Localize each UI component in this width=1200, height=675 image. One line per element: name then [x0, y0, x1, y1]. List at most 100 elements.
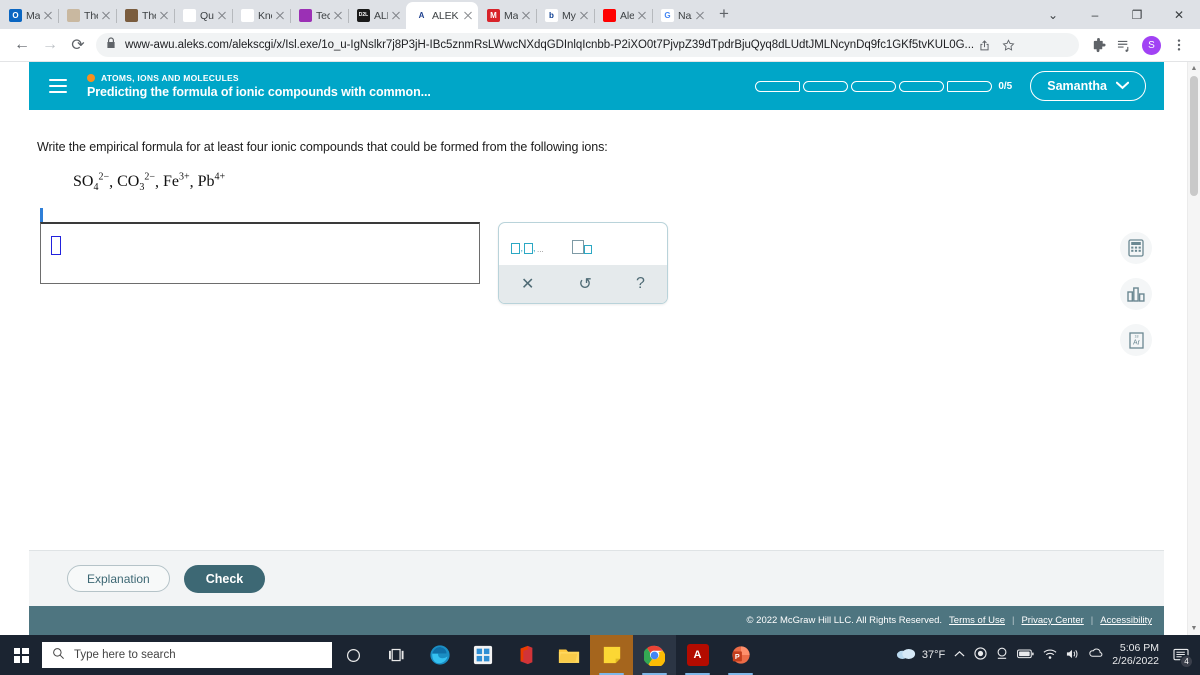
menu-icon[interactable] — [41, 69, 75, 103]
chrome-icon[interactable] — [633, 635, 676, 675]
globe-icon — [183, 9, 196, 22]
list-separator-button[interactable]: , , ... — [511, 234, 544, 254]
browser-tab[interactable]: M Math — [478, 2, 537, 29]
d2l-icon: D2L — [357, 9, 370, 22]
new-tab-button[interactable]: + — [710, 2, 738, 29]
scroll-thumb[interactable] — [1190, 76, 1198, 196]
browser-tab[interactable]: A ALEK — [406, 2, 478, 29]
tab-close-icon[interactable] — [694, 10, 706, 22]
office-icon[interactable] — [504, 635, 547, 675]
battery-icon[interactable] — [1017, 649, 1034, 662]
explanation-button[interactable]: Explanation — [67, 565, 170, 592]
reload-icon[interactable]: ⟳ — [64, 31, 92, 59]
browser-tab[interactable]: Quot — [174, 2, 233, 29]
bookmark-star-icon[interactable] — [1002, 38, 1022, 52]
browser-tab[interactable]: Aleks — [594, 2, 653, 29]
browser-tab[interactable]: Know — [232, 2, 291, 29]
scroll-up-icon[interactable]: ▲ — [1188, 62, 1200, 75]
forward-icon[interactable]: → — [36, 31, 64, 59]
taskbar-search[interactable]: Type here to search — [42, 642, 332, 668]
periodic-table-icon[interactable]: Ar 18 — [1120, 324, 1152, 356]
help-button[interactable]: ? — [636, 275, 645, 293]
profile-avatar[interactable]: S — [1142, 35, 1161, 55]
progress-indicator: 0/5 — [755, 80, 1012, 92]
browser-tab[interactable]: Tech — [290, 2, 349, 29]
browser-tab-title: Math — [504, 9, 518, 22]
close-button[interactable]: ✕ — [1158, 0, 1200, 29]
ion-separator: , — [109, 173, 118, 191]
volume-icon[interactable] — [1066, 648, 1080, 663]
tab-close-icon[interactable] — [158, 10, 170, 22]
math-palette-symbols: , , ... — [499, 223, 667, 265]
taskbar-clock[interactable]: 5:06 PM 2/26/2022 — [1112, 642, 1159, 668]
wifi-icon[interactable] — [1043, 648, 1057, 663]
show-hidden-icons-chevron[interactable] — [954, 649, 965, 661]
tab-close-icon[interactable] — [390, 10, 402, 22]
clear-button[interactable]: ✕ — [521, 274, 534, 294]
browser-tab-title: Mail — [26, 9, 40, 22]
extensions-icon[interactable] — [1085, 32, 1111, 58]
minimize-button[interactable]: – — [1074, 0, 1116, 29]
youtube-icon — [603, 9, 616, 22]
tab-close-icon[interactable] — [332, 10, 344, 22]
svg-text:18: 18 — [1134, 334, 1138, 338]
browser-tab[interactable]: G Na2S — [652, 2, 710, 29]
notification-center-button[interactable]: 4 — [1168, 635, 1194, 675]
tab-close-icon[interactable] — [274, 10, 286, 22]
topic-dot-icon — [87, 74, 95, 82]
browser-tab[interactable]: O Mail — [0, 2, 59, 29]
answer-input[interactable] — [40, 221, 480, 284]
user-menu-button[interactable]: Samantha — [1030, 71, 1146, 101]
sticky-notes-icon[interactable] — [590, 635, 633, 675]
address-bar[interactable]: www-awu.aleks.com/alekscgi/x/Isl.exe/1o_… — [96, 33, 1079, 57]
tab-close-icon[interactable] — [42, 10, 54, 22]
svg-text:Ar: Ar — [1133, 339, 1141, 346]
tab-close-icon[interactable] — [636, 10, 648, 22]
tab-close-icon[interactable] — [100, 10, 112, 22]
adobe-acrobat-icon[interactable]: A — [676, 635, 719, 675]
tab-close-icon[interactable] — [216, 10, 228, 22]
maximize-button[interactable]: ❐ — [1116, 0, 1158, 29]
undo-button[interactable]: ↺ — [579, 274, 592, 294]
accessibility-link[interactable]: Accessibility — [1100, 615, 1152, 626]
check-button[interactable]: Check — [183, 564, 266, 593]
file-explorer-icon[interactable] — [547, 635, 590, 675]
task-view-icon[interactable] — [375, 635, 418, 675]
powerpoint-icon[interactable]: P — [719, 635, 762, 675]
portrait-icon — [125, 9, 138, 22]
tab-search-chevron-icon[interactable]: ⌄ — [1032, 0, 1074, 29]
terms-of-use-link[interactable]: Terms of Use — [949, 615, 1005, 626]
edge-icon[interactable] — [418, 635, 461, 675]
browser-tab[interactable]: D2L ALEK — [348, 2, 407, 29]
tab-close-icon[interactable] — [462, 10, 474, 22]
question-footer: Explanation Check — [29, 550, 1164, 606]
start-button[interactable] — [0, 635, 42, 675]
webcam-icon[interactable] — [996, 647, 1008, 663]
browser-tab[interactable]: b My N — [536, 2, 595, 29]
back-icon[interactable]: ← — [8, 31, 36, 59]
browser-tab[interactable]: The C — [58, 2, 117, 29]
browser-tab-title: My N — [562, 9, 576, 22]
cortana-icon[interactable] — [332, 635, 375, 675]
privacy-center-link[interactable]: Privacy Center — [1021, 615, 1083, 626]
progress-bar-segment — [947, 80, 993, 92]
microsoft-store-icon[interactable] — [461, 635, 504, 675]
tab-close-icon[interactable] — [578, 10, 590, 22]
scroll-down-icon[interactable]: ▼ — [1188, 622, 1200, 635]
onedrive-record-icon[interactable] — [974, 647, 987, 663]
tab-close-icon[interactable] — [520, 10, 532, 22]
weather-widget[interactable]: 37°F — [896, 647, 945, 663]
reading-list-icon[interactable] — [1111, 32, 1137, 58]
topic-kicker-label: ATOMS, IONS AND MOLECULES — [101, 73, 239, 83]
bar-chart-icon[interactable] — [1120, 278, 1152, 310]
browser-tab-title: Quot — [200, 9, 214, 22]
math-palette: , , ... ✕ ↺ ? — [498, 221, 668, 304]
onedrive-sync-icon[interactable] — [1089, 647, 1103, 663]
calculator-icon[interactable] — [1120, 232, 1152, 264]
browser-tab[interactable]: The C — [116, 2, 175, 29]
chrome-menu-icon[interactable] — [1166, 32, 1192, 58]
subscript-button[interactable] — [571, 234, 592, 254]
page-scrollbar[interactable]: ▲ ▼ — [1187, 62, 1200, 635]
mathway-icon: M — [487, 9, 500, 22]
share-icon[interactable] — [978, 39, 998, 52]
